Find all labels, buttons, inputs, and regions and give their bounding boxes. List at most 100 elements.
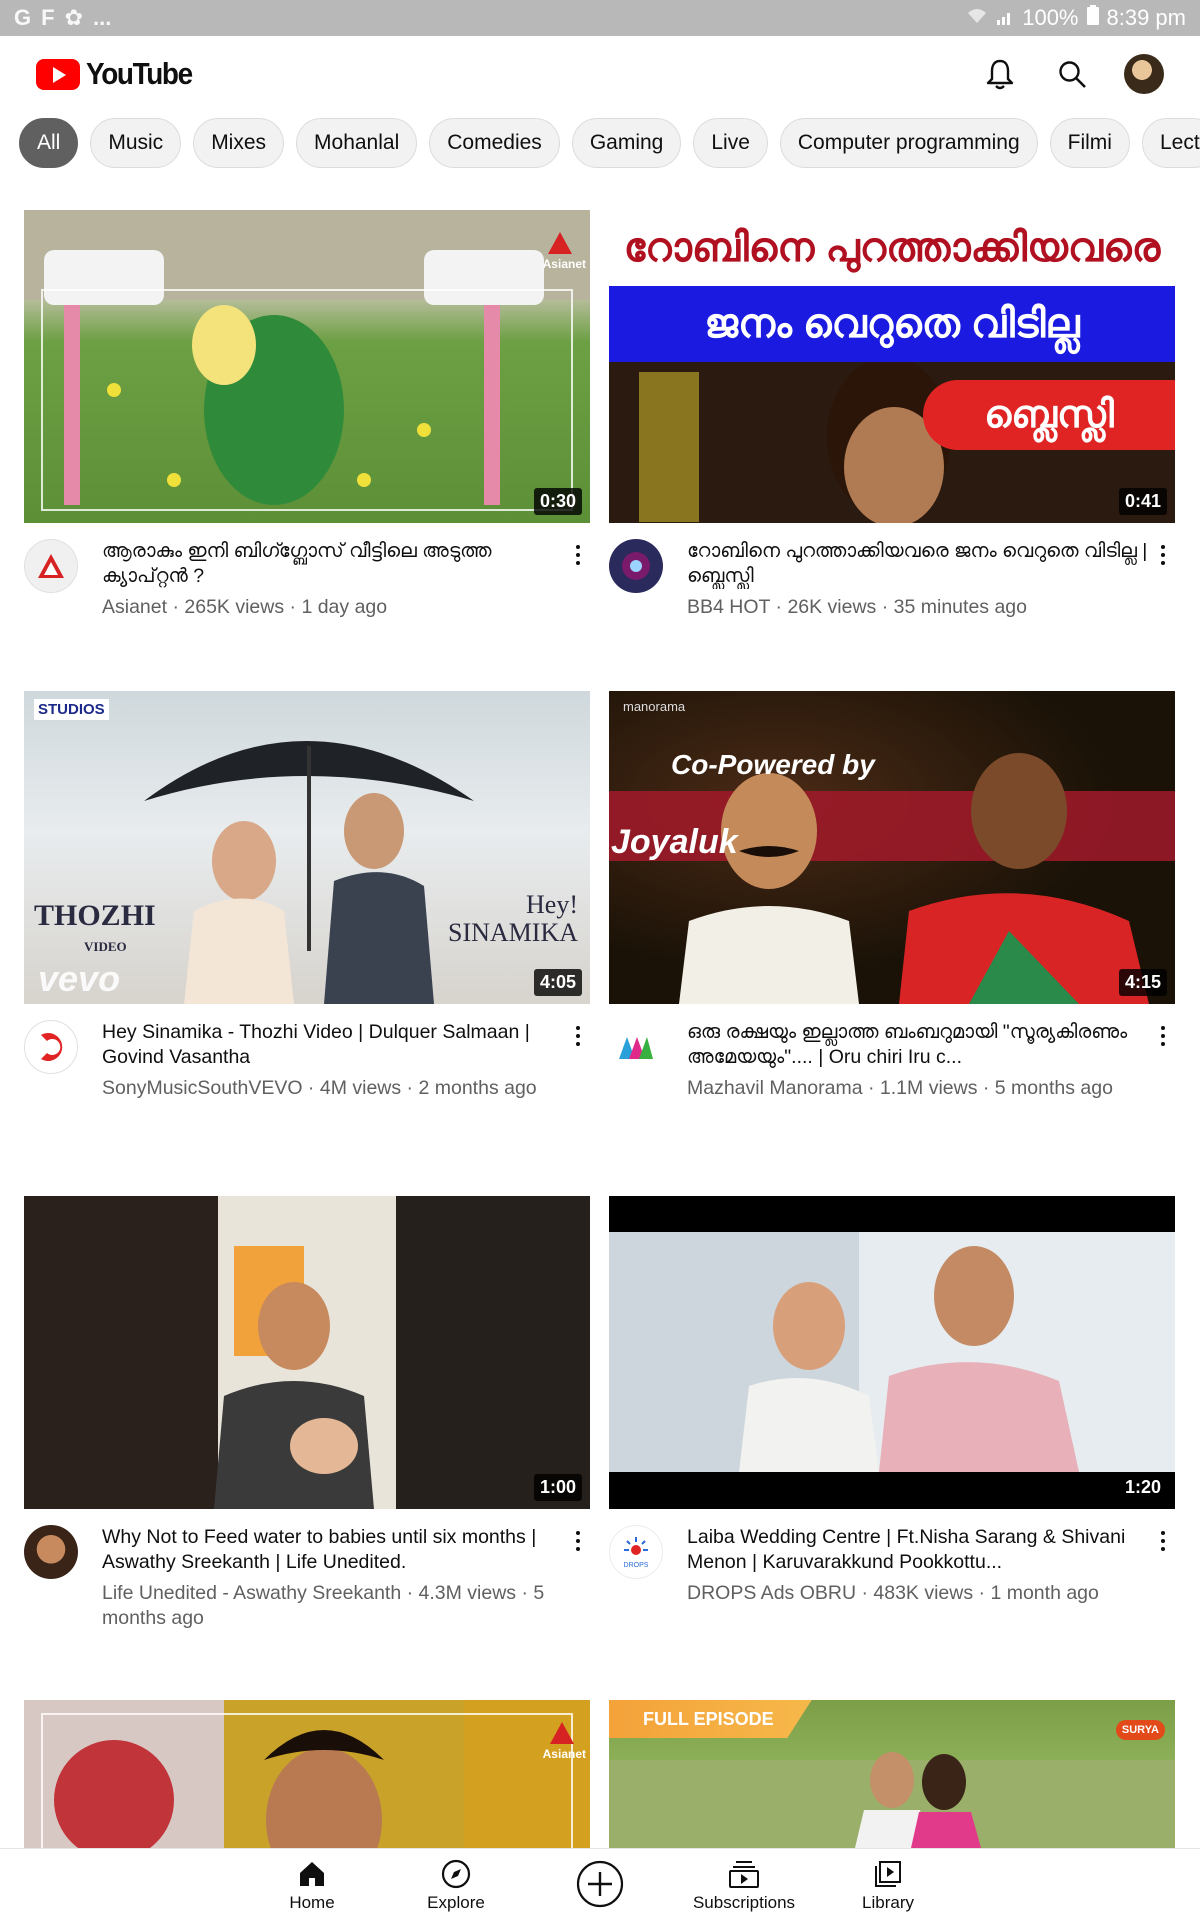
home-icon [298,1857,326,1891]
library-icon [873,1857,903,1891]
chip-all[interactable]: All [19,118,79,168]
video-subline: Asianet · 265K views · 1 day ago [102,596,388,618]
more-vert-icon[interactable] [1151,539,1175,620]
bell-icon[interactable] [980,54,1020,94]
video-thumbnail[interactable]: Asianet [24,1700,590,1848]
thumb-sponsor-text: Co-Powered by [671,749,875,780]
chip-lectures[interactable]: Lect [1141,118,1200,168]
video-title[interactable]: റോബിനെ പുറത്താക്കിയവരെ ജനം വെറുതെ വിടില്… [687,539,1151,589]
compass-icon [440,1857,472,1891]
video-card[interactable]: Asianet 0:30 ആരാകും ഇനി ബിഗ്ഗ്ബോസ് വീട്ട… [24,210,590,620]
channel-name[interactable]: BB4 HOT [687,596,770,618]
video-card[interactable]: manorama Co-Powered by Joyaluk 4:15 ഒരു … [609,691,1175,1101]
chip-filmi[interactable]: Filmi [1049,118,1130,168]
more-vert-icon[interactable] [1151,1525,1175,1606]
thumb-song-title: THOZHI [34,899,156,932]
video-card[interactable]: STUDIOS THOZHI VIDEO Hey! SINAMIKA vevo … [24,691,590,1101]
channel-name[interactable]: Life Unedited - Aswathy Sreekanth [102,1582,401,1604]
meta-text: Why Not to Feed water to babies until si… [102,1525,566,1631]
video-thumbnail[interactable]: STUDIOS THOZHI VIDEO Hey! SINAMIKA vevo … [24,691,590,1004]
video-card[interactable]: 1:00 Why Not to Feed water to babies unt… [24,1196,590,1631]
video-card[interactable]: Asianet [24,1700,590,1848]
battery-icon [1086,5,1099,31]
view-count: 4M views [319,1077,402,1099]
more-vert-icon[interactable] [566,1020,590,1101]
video-card[interactable]: 1:20 DROPS Laiba Wedding Centre | Ft.Nis… [609,1196,1175,1606]
view-count: 4.3M views [418,1582,517,1604]
thumb-video-label: VIDEO [84,939,127,954]
channel-avatar[interactable] [609,1020,663,1074]
channel-avatar[interactable] [24,1525,78,1579]
video-thumbnail[interactable]: 1:20 [609,1196,1175,1509]
nav-create[interactable] [528,1849,672,1914]
video-meta: Hey Sinamika - Thozhi Video | Dulquer Sa… [24,1020,590,1101]
account-avatar[interactable] [1124,54,1164,94]
meta-text: ആരാകും ഇനി ബിഗ്ഗ്ബോസ് വീട്ടിലെ അടുത്ത ക്… [102,539,566,620]
channel-avatar[interactable] [24,1020,78,1074]
channel-name[interactable]: Mazhavil Manorama [687,1077,863,1099]
chip-gaming[interactable]: Gaming [571,118,682,168]
video-duration: 4:15 [1118,969,1167,996]
meta-text: Hey Sinamika - Thozhi Video | Dulquer Sa… [102,1020,566,1101]
filter-chips: All Music Mixes Mohanlal Comedies Gaming… [0,118,1200,172]
youtube-logo[interactable]: YouTube [36,56,204,92]
video-title[interactable]: Why Not to Feed water to babies until si… [102,1525,566,1575]
channel-avatar[interactable] [609,539,663,593]
header-actions [980,54,1164,94]
video-thumbnail[interactable]: FULL EPISODE SURYA [609,1700,1175,1848]
nav-library[interactable]: Library [816,1849,960,1913]
view-count: 1.1M views [879,1077,978,1099]
clock: 8:39 pm [1106,5,1187,30]
chip-computer-programming[interactable]: Computer programming [779,118,1038,168]
search-icon[interactable] [1052,54,1092,94]
video-thumbnail[interactable]: 1:00 [24,1196,590,1509]
chip-music[interactable]: Music [90,118,182,168]
status-left-icons: G F ✿ ... [14,5,111,31]
chip-mixes[interactable]: Mixes [193,118,285,168]
video-title[interactable]: ഒരു രക്ഷയും ഇല്ലാത്ത ബംബറുമായി "സൂര്യകിര… [687,1020,1151,1070]
video-thumbnail[interactable]: റോബിനെ പുറത്താക്കിയവരെ ജനം വെറുതെ വിടില്… [609,210,1175,523]
nav-home[interactable]: Home [240,1849,384,1913]
video-title[interactable]: Hey Sinamika - Thozhi Video | Dulquer Sa… [102,1020,566,1070]
youtube-app: G F ✿ ... 100% 8:39 pm YouTube All Music… [0,0,1200,1920]
meta-text: Laiba Wedding Centre | Ft.Nisha Sarang &… [687,1525,1151,1606]
thumb-film-title: Hey! SINAMIKA [448,890,578,947]
video-card[interactable]: FULL EPISODE SURYA [609,1700,1175,1848]
chip-live[interactable]: Live [693,118,768,168]
status-right: 100% 8:39 pm [966,5,1186,31]
meta-text: റോബിനെ പുറത്താക്കിയവരെ ജനം വെറുതെ വിടില്… [687,539,1151,620]
thumb-watermark: Asianet [542,1747,586,1761]
upload-age: 1 day ago [301,596,388,618]
top-app-bar: YouTube [0,36,1200,112]
video-duration: 1:20 [1118,1474,1167,1501]
channel-name[interactable]: Asianet [102,596,167,618]
video-duration: 0:41 [1118,488,1167,515]
chip-mohanlal[interactable]: Mohanlal [296,118,418,168]
nav-explore-label: Explore [427,1893,485,1912]
channel-name[interactable]: DROPS Ads OBRU [687,1582,856,1604]
battery-level: 100% [1022,5,1079,30]
video-thumbnail[interactable]: manorama Co-Powered by Joyaluk 4:15 [609,691,1175,1004]
nav-explore[interactable]: Explore [384,1849,528,1913]
more-vert-icon[interactable] [1151,1020,1175,1101]
more-vert-icon[interactable] [566,1525,590,1631]
nav-home-label: Home [289,1893,335,1912]
channel-avatar[interactable]: DROPS [609,1525,663,1579]
video-duration: 0:30 [533,488,582,515]
wifi-icon [966,5,988,31]
more-vert-icon[interactable] [566,539,590,620]
chip-comedies[interactable]: Comedies [429,118,560,168]
more-notifications-icon: ... [93,5,112,30]
upload-age: 35 minutes ago [893,596,1027,618]
video-card[interactable]: റോബിനെ പുറത്താക്കിയവരെ ജനം വെറുതെ വിടില്… [609,210,1175,620]
channel-name[interactable]: SonyMusicSouthVEVO [102,1077,303,1099]
nav-subscriptions[interactable]: Subscriptions [672,1849,816,1913]
full-episode-badge: FULL EPISODE [609,1700,812,1738]
video-meta: DROPS Laiba Wedding Centre | Ft.Nisha Sa… [609,1525,1175,1606]
logo-text: YouTube [86,56,193,91]
subscriptions-icon [728,1857,760,1891]
channel-avatar[interactable] [24,539,78,593]
video-title[interactable]: Laiba Wedding Centre | Ft.Nisha Sarang &… [687,1525,1151,1575]
video-thumbnail[interactable]: Asianet 0:30 [24,210,590,523]
video-title[interactable]: ആരാകും ഇനി ബിഗ്ഗ്ബോസ് വീട്ടിലെ അടുത്ത ക്… [102,539,566,589]
